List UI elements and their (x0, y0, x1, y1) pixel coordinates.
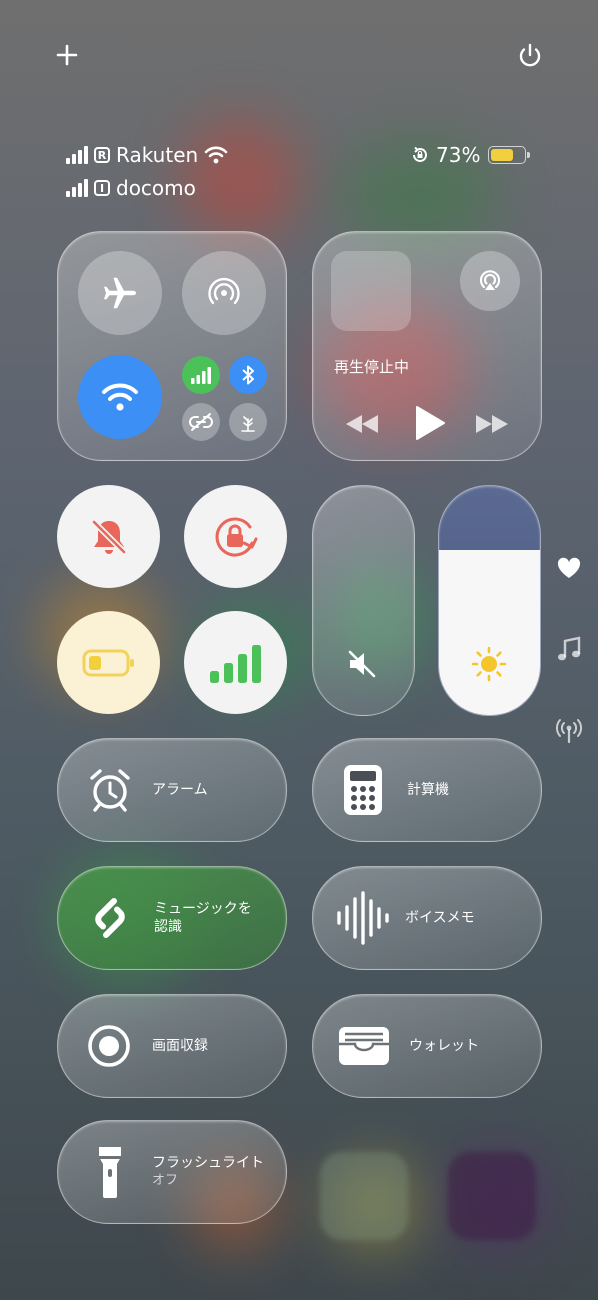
airdrop-button[interactable] (182, 251, 266, 335)
bluetooth-icon (242, 365, 254, 385)
shazam-label-line1: ミュージックを (154, 901, 252, 917)
hotspot-icon (189, 413, 213, 431)
background-app-icon (320, 1152, 408, 1240)
status-battery: 73% (410, 143, 531, 167)
background-app-icon (448, 1152, 536, 1240)
flashlight-title: フラッシュライト (152, 1155, 264, 1171)
silent-mode-button[interactable] (57, 485, 160, 588)
shazam-button[interactable]: ミュージックを 認識 (57, 866, 287, 970)
carrier-name: Rakuten (116, 143, 199, 167)
wallet-icon (339, 1027, 389, 1065)
airplay-icon (479, 270, 501, 290)
airplay-button[interactable] (460, 251, 520, 311)
carrier-name: docomo (116, 176, 196, 200)
flashlight-state: オフ (152, 1173, 179, 1188)
music-note-icon (558, 636, 581, 661)
alarm-button[interactable]: アラーム (57, 738, 287, 842)
voice-memo-button[interactable]: ボイスメモ (312, 866, 542, 970)
calculator-button[interactable]: 計算機 (312, 738, 542, 842)
album-artwork[interactable] (331, 251, 411, 331)
calculator-label: 計算機 (407, 782, 449, 798)
signal-icon (209, 644, 261, 683)
orientation-lock-icon (413, 146, 427, 162)
shazam-label: ミュージックを 認識 (154, 900, 252, 936)
rewind-icon (346, 415, 378, 433)
heart-icon (557, 557, 581, 578)
wifi-icon (102, 383, 138, 411)
antenna-icon (556, 719, 582, 744)
cellular-button[interactable] (182, 356, 220, 394)
personal-hotspot-button[interactable] (182, 403, 220, 441)
fast-forward-icon (476, 415, 508, 433)
screen-recording-label: 画面収録 (152, 1038, 208, 1054)
shazam-label-line2: 認識 (154, 919, 182, 935)
cellular-icon (191, 367, 211, 384)
flashlight-label: フラッシュライト オフ (152, 1154, 264, 1190)
power-icon (519, 43, 541, 67)
wallet-button[interactable]: ウォレット (312, 994, 542, 1098)
waveform-icon (337, 891, 389, 945)
play-icon (416, 406, 445, 440)
battery-percent: 73% (436, 143, 481, 167)
play-button[interactable] (408, 403, 448, 443)
shazam-icon (95, 898, 125, 938)
wallet-label: ウォレット (409, 1038, 479, 1054)
screen-recording-button[interactable]: 画面収録 (57, 994, 287, 1098)
connectivity-page-indicator[interactable] (555, 716, 583, 744)
rewind-button[interactable] (342, 410, 382, 438)
low-power-mode-button[interactable] (57, 611, 160, 714)
music-page-indicator[interactable] (556, 636, 582, 664)
alarm-icon (90, 769, 130, 812)
cellular-signal-icon (66, 146, 88, 164)
voice-memo-label: ボイスメモ (405, 910, 475, 926)
power-button[interactable] (515, 40, 545, 70)
airdrop-icon (208, 277, 240, 305)
low-power-icon (82, 649, 134, 676)
record-icon (88, 1025, 130, 1067)
flashlight-button[interactable]: フラッシュライト オフ (57, 1120, 287, 1224)
favorites-page-indicator[interactable] (556, 556, 582, 580)
alarm-label: アラーム (152, 782, 208, 798)
airplane-mode-button[interactable] (78, 251, 162, 335)
bluetooth-button[interactable] (229, 356, 267, 394)
rotation-lock-button[interactable] (184, 485, 287, 588)
wifi-status-icon (204, 146, 228, 164)
status-carrier2: I docomo (66, 176, 196, 200)
calculator-icon (344, 765, 382, 815)
cellular-signal-icon (66, 179, 88, 197)
add-control-button[interactable] (52, 40, 82, 70)
flashlight-icon (99, 1147, 121, 1198)
mute-icon (344, 646, 380, 682)
silent-mode-icon (90, 518, 127, 555)
wifi-button[interactable] (78, 355, 162, 439)
brightness-icon (470, 645, 508, 683)
sim-badge: R (94, 147, 110, 163)
focus-button[interactable] (229, 403, 267, 441)
focus-icon (241, 416, 255, 432)
sim-badge: I (94, 180, 110, 196)
cellular-signal-button[interactable] (184, 611, 287, 714)
rotation-lock-icon (215, 517, 257, 556)
media-status: 再生停止中 (334, 358, 410, 376)
status-carrier1: R Rakuten (66, 143, 228, 167)
airplane-icon (104, 277, 136, 309)
fast-forward-button[interactable] (472, 410, 512, 438)
battery-icon (488, 146, 531, 164)
plus-icon (56, 44, 78, 66)
